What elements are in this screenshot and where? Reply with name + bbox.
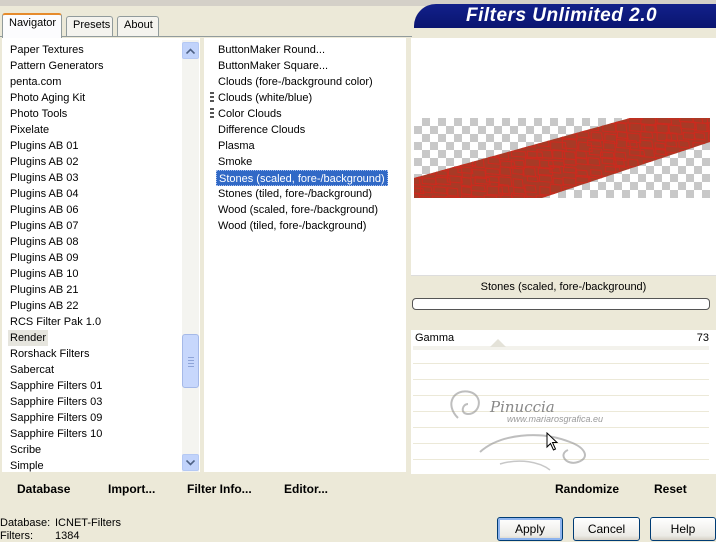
filter-item[interactable]: Wood (tiled, fore-/background) xyxy=(218,218,366,234)
category-item[interactable]: Sapphire Filters 10 xyxy=(10,426,102,442)
scroll-down-button[interactable] xyxy=(182,454,199,471)
selected-filter-name: Stones (scaled, fore-/background) xyxy=(411,277,716,297)
category-item[interactable]: RCS Filter Pak 1.0 xyxy=(10,314,101,330)
param-gamma-value: 73 xyxy=(696,332,709,344)
filter-item[interactable]: Clouds (white/blue) xyxy=(218,90,312,106)
status-filters-value: 1384 xyxy=(55,530,80,542)
filter-item[interactable]: Difference Clouds xyxy=(218,122,305,138)
category-item[interactable]: Plugins AB 03 xyxy=(10,170,79,186)
category-item[interactable]: Plugins AB 22 xyxy=(10,298,79,314)
filter-item[interactable]: Wood (scaled, fore-/background) xyxy=(218,202,378,218)
import-button[interactable]: Import... xyxy=(108,482,155,496)
apply-button[interactable]: Apply xyxy=(497,517,563,541)
category-item[interactable]: Plugins AB 09 xyxy=(10,250,79,266)
tab-about[interactable]: About xyxy=(117,16,159,36)
chevron-up-icon xyxy=(186,47,195,54)
category-item[interactable]: Pattern Generators xyxy=(10,58,104,74)
app-title: Filters Unlimited 2.0 xyxy=(466,5,658,26)
status-database-label: Database: xyxy=(0,517,51,529)
reset-button[interactable]: Reset xyxy=(654,482,687,496)
drag-handle-icon xyxy=(210,108,214,120)
scroll-thumb[interactable] xyxy=(182,334,199,388)
tab-presets[interactable]: Presets xyxy=(66,16,113,36)
category-item[interactable]: Photo Tools xyxy=(10,106,67,122)
filter-item[interactable]: Stones (scaled, fore-/background) xyxy=(216,170,388,186)
gamma-slider-thumb[interactable] xyxy=(490,339,506,347)
filter-item[interactable]: Plasma xyxy=(218,138,255,154)
filter-list[interactable]: ButtonMaker Round... ButtonMaker Square..… xyxy=(204,38,406,472)
mouse-cursor-icon xyxy=(546,432,559,451)
category-item[interactable]: Sapphire Filters 01 xyxy=(10,378,102,394)
watermark-logo xyxy=(450,390,586,471)
scroll-up-button[interactable] xyxy=(182,42,199,59)
category-item[interactable]: Render xyxy=(8,330,49,346)
category-item[interactable]: Plugins AB 01 xyxy=(10,138,79,154)
help-button[interactable]: Help xyxy=(650,517,716,541)
editor-button[interactable]: Editor... xyxy=(284,482,328,496)
filter-item[interactable]: Clouds (fore-/background color) xyxy=(218,74,373,90)
category-item[interactable]: Sapphire Filters 03 xyxy=(10,394,102,410)
filter-item[interactable]: Smoke xyxy=(218,154,252,170)
filter-item[interactable]: ButtonMaker Square... xyxy=(218,58,328,74)
category-item[interactable]: Plugins AB 06 xyxy=(10,202,79,218)
filter-item[interactable]: Color Clouds xyxy=(218,106,282,122)
category-item[interactable]: Simple xyxy=(10,458,44,474)
category-item[interactable]: Sabercat xyxy=(10,362,54,378)
status-filters-label: Filters: xyxy=(0,530,33,542)
category-item[interactable]: Sapphire Filters 09 xyxy=(10,410,102,426)
gamma-slider[interactable] xyxy=(413,346,709,350)
category-item[interactable]: Scribe xyxy=(10,442,41,458)
watermark-url: www.mariarosgrafica.eu xyxy=(507,414,604,424)
preview-stone-band xyxy=(414,118,710,198)
tab-navigator[interactable]: Navigator xyxy=(2,13,62,38)
category-item[interactable]: Plugins AB 10 xyxy=(10,266,79,282)
chevron-down-icon xyxy=(186,459,195,466)
progress-bar xyxy=(412,298,710,310)
category-list[interactable]: Paper Textures Pattern Generators penta.co… xyxy=(2,38,200,472)
param-gamma-label: Gamma xyxy=(415,332,455,344)
category-item[interactable]: Paper Textures xyxy=(10,42,84,58)
drag-handle-icon xyxy=(210,92,214,104)
app-banner: Filters Unlimited 2.0 xyxy=(414,4,716,28)
status-database-value: ICNET-Filters xyxy=(55,517,121,529)
category-item[interactable]: Plugins AB 08 xyxy=(10,234,79,250)
filter-item[interactable]: Stones (tiled, fore-/background) xyxy=(218,186,372,202)
filter-item[interactable]: ButtonMaker Round... xyxy=(218,42,325,58)
cancel-button[interactable]: Cancel xyxy=(573,517,640,541)
category-item[interactable]: Rorshack Filters xyxy=(10,346,89,362)
database-button[interactable]: Database xyxy=(17,482,70,496)
filter-info-button[interactable]: Filter Info... xyxy=(187,482,252,496)
category-item[interactable]: Photo Aging Kit xyxy=(10,90,85,106)
category-item[interactable]: Plugins AB 07 xyxy=(10,218,79,234)
randomize-button[interactable]: Randomize xyxy=(555,482,619,496)
category-item[interactable]: Plugins AB 02 xyxy=(10,154,79,170)
category-item[interactable]: penta.com xyxy=(10,74,61,90)
param-row-empty xyxy=(413,350,709,364)
category-scrollbar[interactable] xyxy=(182,40,199,472)
category-item[interactable]: Pixelate xyxy=(10,122,49,138)
category-item[interactable]: Plugins AB 04 xyxy=(10,186,79,202)
category-item[interactable]: Plugins AB 21 xyxy=(10,282,79,298)
